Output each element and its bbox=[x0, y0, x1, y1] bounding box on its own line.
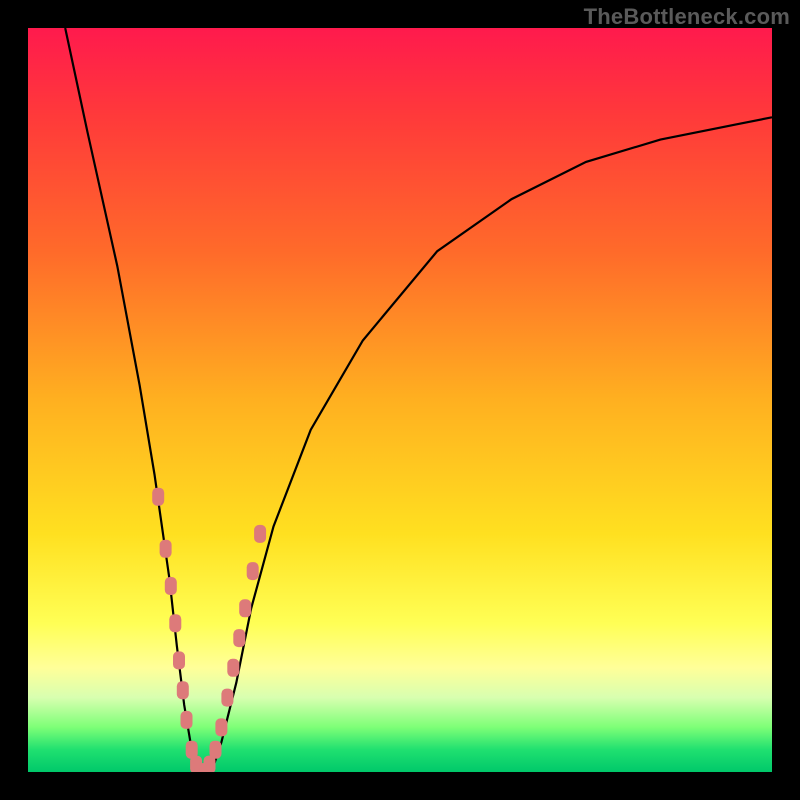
bottleneck-curve bbox=[65, 28, 772, 772]
curve-marker bbox=[160, 540, 172, 558]
curve-layer bbox=[28, 28, 772, 772]
curve-marker bbox=[177, 681, 189, 699]
curve-marker bbox=[239, 599, 251, 617]
curve-marker bbox=[165, 577, 177, 595]
curve-marker bbox=[181, 711, 193, 729]
curve-marker bbox=[210, 741, 222, 759]
curve-marker bbox=[152, 488, 164, 506]
curve-marker bbox=[169, 614, 181, 632]
curve-marker bbox=[254, 525, 266, 543]
curve-marker bbox=[247, 562, 259, 580]
chart-frame: TheBottleneck.com bbox=[0, 0, 800, 800]
curve-marker bbox=[215, 718, 227, 736]
curve-marker bbox=[221, 689, 233, 707]
curve-markers bbox=[152, 488, 266, 772]
curve-marker bbox=[173, 651, 185, 669]
watermark-text: TheBottleneck.com bbox=[584, 4, 790, 30]
curve-marker bbox=[227, 659, 239, 677]
plot-area bbox=[28, 28, 772, 772]
curve-marker bbox=[233, 629, 245, 647]
